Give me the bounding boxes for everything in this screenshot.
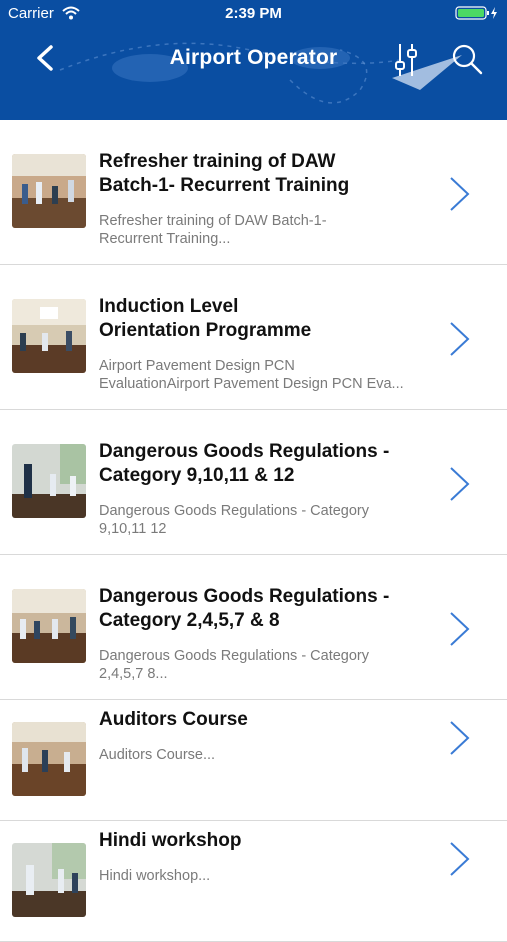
course-title: Hindi workshop — [99, 830, 242, 851]
status-time: 2:39 PM — [225, 5, 282, 22]
search-icon[interactable] — [450, 42, 484, 76]
filter-sliders-icon[interactable] — [394, 42, 418, 78]
course-subtitle: Dangerous Goods Regulations - Category 9… — [99, 503, 370, 537]
course-title: Auditors Course — [99, 709, 248, 730]
list-item[interactable]: Induction Level Orientation Programme Ai… — [0, 265, 507, 410]
header-bar: Carrier 2:39 PM Airport Operator — [0, 0, 507, 120]
course-title: Dangerous Goods Regulations - Category 2… — [99, 586, 390, 631]
course-title: Dangerous Goods Regulations - Category 9… — [99, 441, 390, 486]
page-title: Airport Operator — [169, 46, 338, 69]
course-thumbnail — [12, 299, 86, 373]
course-subtitle: Hindi workshop... — [99, 868, 211, 884]
course-thumbnail — [12, 444, 86, 518]
course-thumbnail — [12, 154, 86, 228]
list-item[interactable]: Hindi workshop Hindi workshop... — [0, 821, 507, 942]
course-title: Refresher training of DAW Batch-1- Recur… — [99, 151, 350, 196]
course-subtitle: Refresher training of DAW Batch-1- Recur… — [99, 213, 327, 247]
course-subtitle: Auditors Course... — [99, 747, 216, 763]
course-thumbnail — [12, 843, 86, 917]
course-subtitle: Airport Pavement Design PCN EvaluationAi… — [99, 358, 404, 392]
course-list: Refresher training of DAW Batch-1- Recur… — [0, 120, 507, 942]
chevron-right-icon — [450, 612, 470, 646]
status-bar: Carrier 2:39 PM — [0, 0, 507, 28]
chevron-right-icon — [450, 177, 470, 211]
list-item[interactable]: Dangerous Goods Regulations - Category 9… — [0, 410, 507, 555]
battery-icon — [455, 6, 497, 20]
list-item[interactable]: Auditors Course Auditors Course... — [0, 700, 507, 821]
course-thumbnail — [12, 589, 86, 663]
chevron-right-icon — [450, 842, 470, 876]
chevron-right-icon — [450, 322, 470, 356]
chevron-right-icon — [450, 721, 470, 755]
course-subtitle: Dangerous Goods Regulations - Category 2… — [99, 648, 370, 682]
course-thumbnail — [12, 722, 86, 796]
navigation-bar: Airport Operator — [0, 28, 507, 120]
chevron-right-icon — [450, 467, 470, 501]
list-item[interactable]: Refresher training of DAW Batch-1- Recur… — [0, 120, 507, 265]
list-item[interactable]: Dangerous Goods Regulations - Category 2… — [0, 555, 507, 700]
course-title: Induction Level Orientation Programme — [99, 296, 312, 341]
